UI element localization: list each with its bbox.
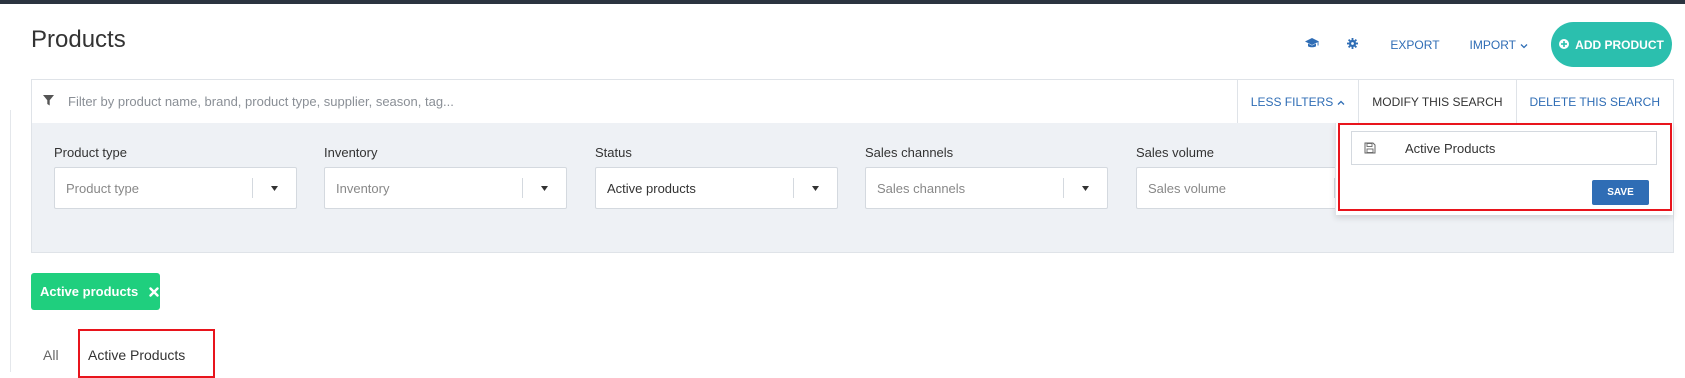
filter-funnel-icon — [43, 93, 54, 111]
filter-product-type: Product type Product type — [54, 145, 297, 209]
sales-channels-select[interactable]: Sales channels — [865, 167, 1108, 209]
caret-down-icon — [253, 185, 296, 191]
export-label: EXPORT — [1390, 37, 1440, 52]
filter-inventory: Inventory Inventory — [324, 145, 567, 209]
less-filters-button[interactable]: LESS FILTERS — [1236, 80, 1358, 123]
search-field — [32, 80, 1237, 123]
caret-down-icon — [1064, 185, 1107, 191]
modify-search-label: MODIFY THIS SEARCH — [1372, 94, 1503, 109]
chevron-up-icon — [1337, 95, 1345, 109]
filter-label: Status — [595, 145, 632, 160]
export-button[interactable]: EXPORT — [1390, 38, 1439, 52]
select-value: Inventory — [336, 180, 390, 196]
select-value: Product type — [66, 180, 139, 196]
filter-label: Sales channels — [865, 145, 954, 160]
filter-sales-channels: Sales channels Sales channels — [865, 145, 1108, 209]
delete-search-label: DELETE THIS SEARCH — [1529, 94, 1660, 109]
filter-status: Status Active products — [595, 145, 838, 209]
delete-search-button[interactable]: DELETE THIS SEARCH — [1515, 80, 1673, 123]
page-toolbar: EXPORT IMPORT ADD PRODUCT — [1295, 22, 1685, 67]
chip-label: Active products — [40, 284, 139, 299]
product-type-select[interactable]: Product type — [54, 167, 297, 209]
import-dropdown-button[interactable]: IMPORT — [1470, 38, 1528, 52]
tab-active-products[interactable]: Active Products — [88, 347, 185, 363]
less-filters-label: LESS FILTERS — [1250, 94, 1334, 109]
status-select[interactable]: Active products — [595, 167, 838, 209]
save-search-popup: SAVE — [1335, 123, 1673, 215]
filter-label: Product type — [54, 145, 127, 160]
select-value: Sales volume — [1148, 180, 1227, 196]
tutorial-button[interactable] — [1295, 28, 1329, 62]
caret-down-icon — [794, 185, 837, 191]
plus-circle-icon — [1559, 38, 1570, 52]
settings-button[interactable] — [1335, 28, 1369, 62]
search-name-input[interactable] — [1403, 139, 1647, 157]
gear-icon — [1346, 36, 1358, 54]
caret-down-icon — [523, 185, 566, 191]
floppy-disk-icon — [1352, 142, 1390, 154]
search-bar: LESS FILTERS MODIFY THIS SEARCH DELETE T… — [31, 79, 1674, 124]
active-filter-chip[interactable]: Active products — [31, 273, 160, 310]
select-value: Active products — [607, 180, 696, 196]
import-label: IMPORT — [1469, 37, 1516, 52]
search-input[interactable] — [66, 93, 1237, 110]
graduation-cap-icon — [1305, 36, 1320, 54]
sidebar-edge — [10, 110, 11, 372]
select-value: Sales channels — [877, 180, 966, 196]
add-product-label: ADD PRODUCT — [1575, 37, 1664, 52]
add-product-button[interactable]: ADD PRODUCT — [1551, 22, 1672, 67]
modify-search-button[interactable]: MODIFY THIS SEARCH — [1358, 80, 1515, 123]
close-icon[interactable] — [149, 286, 159, 297]
page-title: Products — [31, 26, 126, 53]
chevron-down-icon — [1520, 38, 1528, 52]
top-bar — [0, 0, 1685, 4]
inventory-select[interactable]: Inventory — [324, 167, 567, 209]
search-name-field — [1351, 131, 1657, 165]
tab-all[interactable]: All — [43, 347, 59, 363]
filter-label: Inventory — [324, 145, 378, 160]
save-button[interactable]: SAVE — [1592, 180, 1649, 205]
